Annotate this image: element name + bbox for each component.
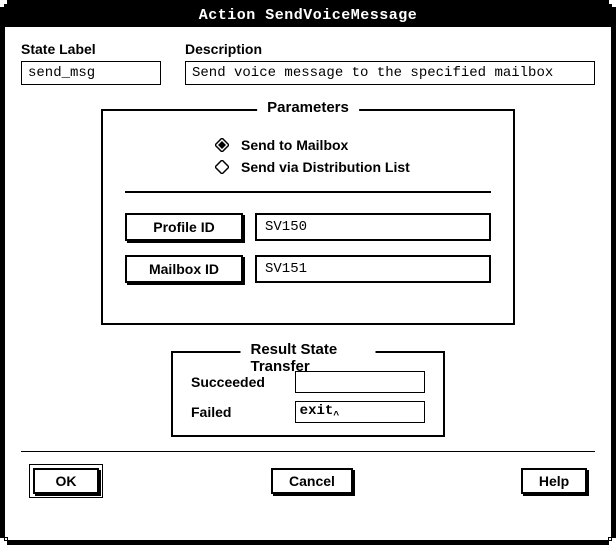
- button-row-divider: [21, 451, 595, 452]
- result-legend: Result State Transfer: [241, 341, 376, 375]
- radio-mailbox-label: Send to Mailbox: [241, 137, 348, 153]
- state-label-value: send_msg: [28, 65, 95, 81]
- dialog-frame: Action SendVoiceMessage State Label send…: [4, 4, 612, 541]
- parameters-group: Parameters Send to Mailbox Send via Dist…: [101, 109, 515, 325]
- description-input[interactable]: Send voice message to the specified mail…: [185, 61, 595, 85]
- diamond-icon-selected: [215, 138, 229, 152]
- cancel-button[interactable]: Cancel: [271, 468, 353, 494]
- parameters-divider: [125, 191, 491, 193]
- succeeded-input[interactable]: [295, 371, 425, 393]
- description-value: Send voice message to the specified mail…: [192, 65, 553, 81]
- profile-id-row: Profile ID SV150: [125, 213, 491, 241]
- profile-id-label: Profile ID: [153, 219, 214, 235]
- mailbox-id-label: Mailbox ID: [149, 261, 219, 277]
- failed-input[interactable]: exit^: [295, 401, 425, 423]
- dialog-button-row: OK Cancel Help: [21, 464, 595, 498]
- failed-value: exit: [300, 403, 334, 419]
- failed-label: Failed: [191, 404, 295, 420]
- result-state-transfer-group: Result State Transfer Succeeded Failed e…: [171, 351, 445, 437]
- dialog-content: State Label send_msg Description Send vo…: [5, 27, 611, 508]
- help-button[interactable]: Help: [521, 468, 587, 494]
- radio-distlist-label: Send via Distribution List: [241, 159, 410, 175]
- profile-id-label-button[interactable]: Profile ID: [125, 213, 243, 241]
- profile-id-value: SV150: [265, 219, 307, 235]
- state-label-input[interactable]: send_msg: [21, 61, 161, 85]
- mailbox-id-label-button[interactable]: Mailbox ID: [125, 255, 243, 283]
- help-button-label: Help: [539, 473, 569, 489]
- ok-button-label: OK: [56, 473, 77, 489]
- diamond-icon-unselected: [215, 160, 229, 174]
- top-field-row: State Label send_msg Description Send vo…: [21, 41, 595, 85]
- radio-send-to-mailbox[interactable]: Send to Mailbox: [215, 137, 491, 153]
- succeeded-label: Succeeded: [191, 374, 295, 390]
- mailbox-id-input[interactable]: SV151: [255, 255, 491, 283]
- result-failed-row: Failed exit^: [191, 401, 425, 423]
- state-label-caption: State Label: [21, 41, 161, 57]
- profile-id-input[interactable]: SV150: [255, 213, 491, 241]
- ok-button[interactable]: OK: [33, 468, 99, 494]
- description-column: Description Send voice message to the sp…: [185, 41, 595, 85]
- result-succeeded-row: Succeeded: [191, 371, 425, 393]
- parameters-legend: Parameters: [257, 99, 359, 116]
- text-caret-icon: ^: [333, 411, 339, 422]
- ok-button-default-ring: OK: [29, 464, 103, 498]
- title-bar: Action SendVoiceMessage: [5, 5, 611, 27]
- title-text: Action SendVoiceMessage: [199, 7, 418, 24]
- description-caption: Description: [185, 41, 595, 57]
- radio-send-via-distlist[interactable]: Send via Distribution List: [215, 159, 491, 175]
- cancel-button-label: Cancel: [289, 473, 335, 489]
- mailbox-id-value: SV151: [265, 261, 307, 277]
- mailbox-id-row: Mailbox ID SV151: [125, 255, 491, 283]
- state-label-column: State Label send_msg: [21, 41, 161, 85]
